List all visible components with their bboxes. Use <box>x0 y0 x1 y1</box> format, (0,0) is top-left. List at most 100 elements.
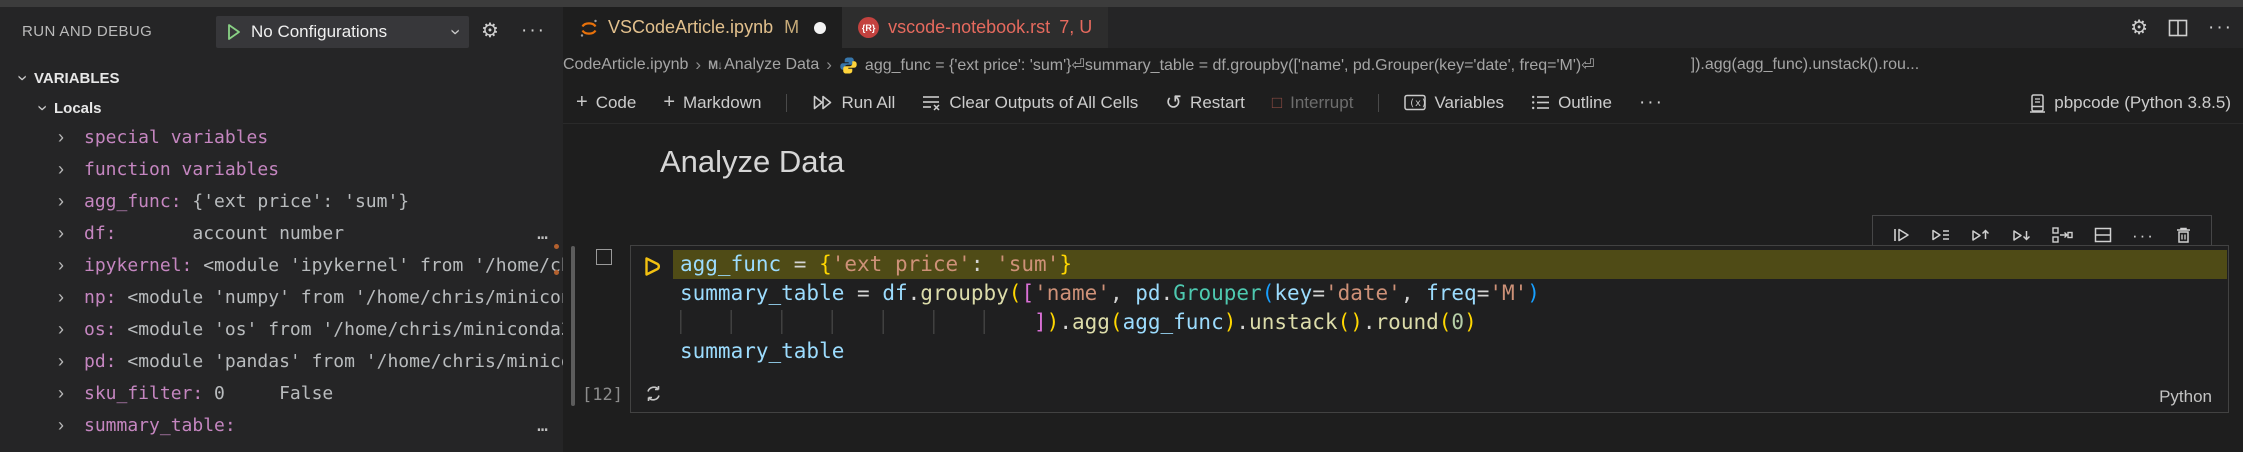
add-markdown-cell-button[interactable]: + Markdown <box>663 91 761 114</box>
kernel-icon <box>2030 93 2046 113</box>
run-and-debug-panel: RUN AND DEBUG No Configurations › ⚙ ··· … <box>0 7 563 452</box>
split-editor-icon[interactable] <box>2168 19 2188 37</box>
value-overflow-ellipsis: … <box>537 414 549 436</box>
launch-configuration-dropdown[interactable]: No Configurations › <box>216 16 469 48</box>
more-actions-icon[interactable]: ··· <box>2208 18 2233 37</box>
chevron-right-icon: › <box>58 318 64 339</box>
restart-kernel-button[interactable]: ↺ Restart <box>1165 90 1245 115</box>
cell-more-actions-icon[interactable]: ··· <box>2132 227 2155 244</box>
button-label: Code <box>595 92 637 112</box>
breadcrumb-cell-code-tail[interactable]: ]).agg(agg_func).unstack().rou... <box>1691 56 1920 74</box>
chevron-right-icon: › <box>58 126 64 147</box>
notebook-more-actions-icon[interactable]: ··· <box>1639 93 1664 112</box>
chevron-right-icon: › <box>58 222 64 243</box>
code-line[interactable]: summary_table <box>673 337 2227 366</box>
variable-row[interactable]: › np: <module 'numpy' from '/home/chris/m… <box>0 281 563 313</box>
sync-icon[interactable] <box>643 383 664 404</box>
button-label: Outline <box>1558 92 1612 112</box>
notebook-body: Analyze Data ··· [12] agg_func = {'ext p… <box>563 124 2243 452</box>
variable-name: function variables <box>84 158 280 180</box>
tab-label: VSCodeArticle.ipynb <box>608 17 774 37</box>
variables-section-header[interactable]: › VARIABLES <box>0 64 563 92</box>
execute-above-cells-icon[interactable] <box>1970 225 1991 245</box>
run-all-icon <box>814 95 832 110</box>
value-overflow-ellipsis: … <box>537 222 549 244</box>
variables-icon: (x) <box>1404 94 1426 111</box>
breadcrumb-file[interactable]: CodeArticle.ipynb <box>563 56 688 74</box>
code-cell-editor[interactable]: agg_func = {'ext price': 'sum'} summary_t… <box>630 245 2229 413</box>
chevron-right-icon: › <box>58 286 64 307</box>
cell-collapse-toggle[interactable] <box>596 249 612 265</box>
start-debug-icon[interactable] <box>226 23 242 41</box>
variable-row[interactable]: › agg_func: {'ext price': 'sum'} <box>0 185 563 217</box>
code-line[interactable]: ]).agg(agg_func).unstack().round(0) <box>673 308 2227 337</box>
run-all-button[interactable]: Run All <box>812 93 895 113</box>
variable-row[interactable]: › function variables <box>0 153 563 185</box>
variable-row[interactable]: › special variables <box>0 121 563 153</box>
notebook-toolbar: + Code + Markdown Run All Clear Outputs … <box>563 82 2243 124</box>
variable-name: special variables <box>84 126 269 148</box>
breadcrumb-separator: › <box>695 55 702 74</box>
chevron-down-icon: › <box>446 29 466 35</box>
problems-git-decoration: 7, U <box>1059 17 1093 37</box>
button-label: Interrupt <box>1290 92 1354 112</box>
show-outline-button[interactable]: Outline <box>1531 93 1612 113</box>
variable-value: <module 'pandas' from '/home/chris/minic… <box>116 350 563 372</box>
clear-outputs-button[interactable]: Clear Outputs of All Cells <box>922 93 1138 113</box>
configuration-label: No Configurations <box>251 22 388 41</box>
cell-focus-indicator[interactable] <box>571 246 575 406</box>
code-line[interactable]: summary_table = df.groupby(['name', pd.G… <box>673 279 2227 308</box>
tab-vscode-notebook-rst[interactable]: {R} vscode-notebook.rst 7, U <box>842 7 1109 48</box>
interrupt-kernel-button: □ Interrupt <box>1272 93 1354 113</box>
variable-row[interactable]: › summary_table: … <box>0 409 563 441</box>
variable-row[interactable]: › ipykernel: <module 'ipykernel' from '/h… <box>0 249 563 281</box>
execute-cell-and-below-icon[interactable] <box>2011 225 2032 245</box>
locals-scope-label: Locals <box>54 99 102 117</box>
breadcrumb-cell-code[interactable]: agg_func = {'ext price': 'sum'}⏎summary_… <box>865 55 1595 75</box>
show-variables-button[interactable]: (x) Variables <box>1404 93 1504 113</box>
variable-name: summary_table: <box>84 414 236 436</box>
debug-settings-gear-icon[interactable]: ⚙ <box>481 21 499 41</box>
variables-list: › special variables › function variables › ag… <box>0 121 563 441</box>
code-line[interactable]: agg_func = {'ext price': 'sum'} <box>673 250 2227 279</box>
button-label: Run All <box>841 92 896 112</box>
variable-row[interactable]: › os: <module 'os' from '/home/chris/mini… <box>0 313 563 345</box>
toolbar-divider <box>786 93 788 112</box>
variable-row[interactable]: › df: account number… <box>0 217 563 249</box>
debug-more-actions-icon[interactable]: ··· <box>521 21 546 40</box>
overview-marker-dot <box>554 244 559 249</box>
debug-panel-header: RUN AND DEBUG No Configurations › ⚙ ··· <box>0 7 563 57</box>
svg-text:(x): (x) <box>1409 98 1426 109</box>
outline-icon <box>1532 95 1550 110</box>
split-cell-icon[interactable] <box>2093 225 2113 245</box>
restart-icon: ↺ <box>1165 92 1183 114</box>
delete-cell-icon[interactable] <box>2174 225 2193 245</box>
cell-language-picker[interactable]: Python <box>2159 387 2212 407</box>
code-content[interactable]: agg_func = {'ext price': 'sum'} summary_t… <box>673 250 2227 366</box>
variable-row[interactable]: › sku_filter: 0 False <box>0 377 563 409</box>
variable-name: np: <box>84 286 117 308</box>
tab-vscodearticle-ipynb[interactable]: VSCodeArticle.ipynb M <box>563 7 843 48</box>
run-cell-contents-icon[interactable] <box>1930 225 1951 245</box>
variable-name: agg_func: <box>84 190 182 212</box>
markdown-icon: M↓ <box>708 58 723 72</box>
run-cell-button[interactable] <box>638 253 665 280</box>
run-by-line-icon[interactable] <box>1891 225 1911 245</box>
chevron-right-icon: › <box>58 254 64 275</box>
variable-value: account number <box>116 222 345 244</box>
variable-value: {'ext price': 'sum'} <box>181 190 410 212</box>
breadcrumb-section[interactable]: Analyze Data <box>724 56 819 74</box>
execution-count: [12] <box>582 385 623 405</box>
kernel-picker[interactable]: pbpcode (Python 3.8.5) <box>2029 93 2231 113</box>
variable-row[interactable]: › pd: <module 'pandas' from '/home/chris/… <box>0 345 563 377</box>
breadcrumb: CodeArticle.ipynb › M↓ Analyze Data › ag… <box>563 48 2243 82</box>
chevron-right-icon: › <box>58 414 64 435</box>
locals-scope-header[interactable]: › Locals <box>0 94 563 122</box>
button-label: Variables <box>1434 92 1505 112</box>
manage-gear-icon[interactable]: ⚙ <box>2130 18 2148 38</box>
unsaved-changes-dot-icon[interactable] <box>814 21 827 34</box>
chevron-right-icon: › <box>58 190 64 211</box>
chevron-down-icon: › <box>13 75 33 81</box>
add-code-cell-button[interactable]: + Code <box>576 91 636 114</box>
squares-arrow-icon[interactable] <box>2051 225 2073 245</box>
